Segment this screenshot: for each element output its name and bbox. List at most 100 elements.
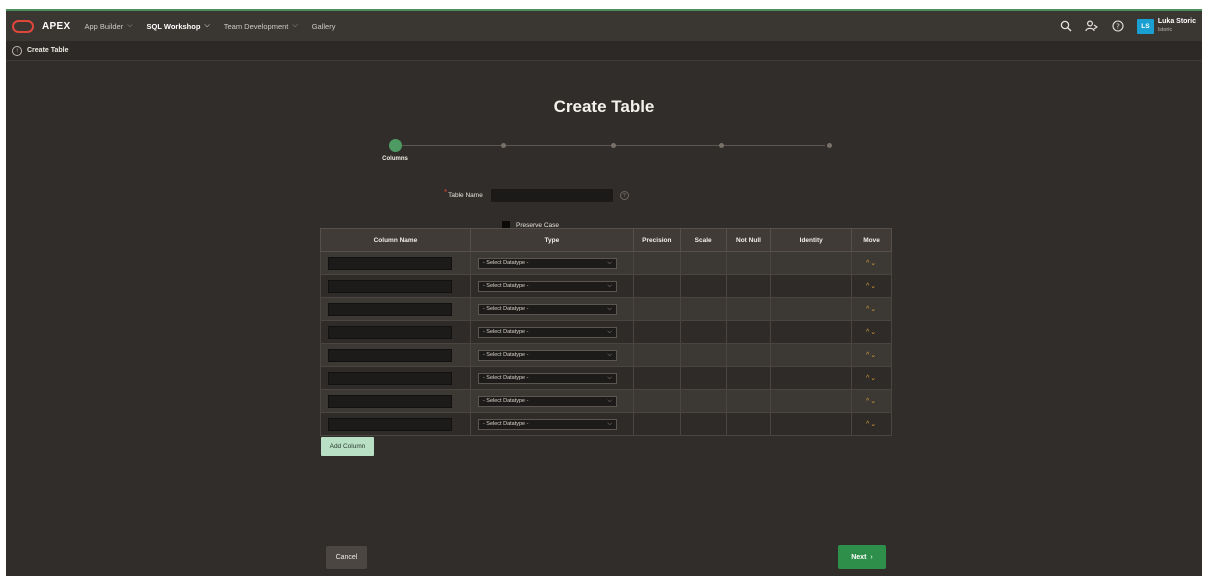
not-null-cell	[725, 320, 772, 344]
chevron-down-icon: ⌵	[607, 351, 612, 358]
datatype-select[interactable]: - Select Datatype - ⌵	[477, 280, 617, 292]
identity-cell	[770, 320, 853, 344]
breadcrumb: ↑ Create Table	[6, 41, 1202, 61]
step-dot	[719, 143, 724, 148]
datatype-select[interactable]: - Select Datatype - ⌵	[477, 395, 617, 407]
precision-cell	[632, 297, 681, 321]
datatype-select[interactable]: - Select Datatype - ⌵	[477, 257, 617, 269]
identity-cell	[770, 297, 853, 321]
svg-text:?: ?	[1116, 22, 1120, 30]
identity-cell	[770, 389, 853, 413]
datatype-select[interactable]: - Select Datatype - ⌵	[477, 372, 617, 384]
nav-gallery[interactable]: Gallery	[312, 22, 336, 31]
precision-cell	[632, 412, 681, 436]
help-icon[interactable]: ?	[619, 191, 629, 200]
help-icon[interactable]: ?	[1109, 17, 1127, 35]
datatype-select[interactable]: - Select Datatype - ⌵	[477, 349, 617, 361]
columns-grid: Column Name Type Precision Scale Not Nul…	[320, 228, 892, 436]
precision-cell	[632, 274, 681, 298]
table-row: - Select Datatype - ⌵ ^⌄	[320, 389, 892, 413]
chevron-down-icon: ⌵	[292, 22, 298, 29]
add-column-button[interactable]: Add Column	[321, 437, 374, 456]
next-button-label: Next	[851, 553, 867, 561]
move-arrows-icon[interactable]: ^⌄	[851, 343, 892, 367]
scale-cell	[679, 251, 727, 275]
step-dot	[611, 143, 616, 148]
datatype-select[interactable]: - Select Datatype - ⌵	[477, 418, 617, 430]
identity-cell	[770, 343, 853, 367]
table-name-label: Table Name	[448, 192, 483, 199]
not-null-cell	[725, 251, 772, 275]
column-name-input[interactable]	[328, 371, 452, 385]
header-column-name: Column Name	[320, 228, 471, 252]
move-arrows-icon[interactable]: ^⌄	[851, 297, 892, 321]
scale-cell	[679, 389, 727, 413]
wizard-step-label: Columns	[382, 156, 408, 162]
required-asterisk: *	[444, 188, 448, 197]
not-null-cell	[725, 297, 772, 321]
column-name-input[interactable]	[328, 279, 452, 293]
precision-cell	[632, 343, 681, 367]
nav-sql-workshop[interactable]: SQL Workshop ⌵	[147, 22, 210, 31]
search-icon[interactable]	[1057, 17, 1075, 35]
user-workspace: lstoric	[1157, 27, 1173, 33]
header-type: Type	[469, 228, 634, 252]
oracle-logo-icon	[12, 19, 34, 33]
apex-logo[interactable]: APEX	[12, 19, 70, 33]
table-name-input[interactable]	[490, 189, 613, 202]
user-name: Luka Storic	[1157, 18, 1196, 25]
grid-header-row: Column Name Type Precision Scale Not Nul…	[320, 228, 892, 252]
not-null-cell	[725, 412, 772, 436]
chevron-down-icon: ⌵	[607, 305, 612, 312]
move-arrows-icon[interactable]: ^⌄	[851, 389, 892, 413]
move-arrows-icon[interactable]: ^⌄	[851, 366, 892, 390]
avatar[interactable]: LS	[1136, 18, 1154, 34]
precision-cell	[632, 366, 681, 390]
nav-team-development[interactable]: Team Development ⌵	[224, 22, 298, 31]
column-name-input[interactable]	[328, 417, 452, 431]
precision-cell	[632, 389, 681, 413]
table-row: - Select Datatype - ⌵ ^⌄	[320, 274, 892, 298]
not-null-cell	[725, 366, 772, 390]
next-button[interactable]: Next ›	[838, 545, 886, 569]
user-menu[interactable]: Luka Storic lstoric	[1158, 18, 1196, 34]
cancel-button[interactable]: Cancel	[326, 546, 367, 569]
move-arrows-icon[interactable]: ^⌄	[851, 412, 892, 436]
arrow-up-icon[interactable]: ↑	[12, 45, 22, 56]
table-row: - Select Datatype - ⌵ ^⌄	[320, 412, 892, 436]
identity-cell	[770, 412, 853, 436]
top-right-tools: ? LS Luka Storic lstoric	[1049, 11, 1196, 41]
precision-cell	[632, 320, 681, 344]
move-arrows-icon[interactable]: ^⌄	[851, 251, 892, 275]
chevron-down-icon: ⌵	[127, 22, 133, 29]
column-name-input[interactable]	[328, 302, 452, 316]
header-move: Move	[851, 228, 892, 252]
chevron-down-icon: ⌵	[607, 397, 612, 404]
datatype-select[interactable]: - Select Datatype - ⌵	[477, 303, 617, 315]
column-name-input[interactable]	[328, 325, 452, 339]
header-not-null: Not Null	[725, 228, 772, 252]
column-name-input[interactable]	[328, 348, 452, 362]
precision-cell	[632, 251, 681, 275]
table-row: - Select Datatype - ⌵ ^⌄	[320, 343, 892, 367]
column-name-input[interactable]	[328, 394, 452, 408]
wizard-progress: Columns	[379, 139, 839, 169]
datatype-select[interactable]: - Select Datatype - ⌵	[477, 326, 617, 338]
active-step-dot	[389, 139, 402, 152]
move-arrows-icon[interactable]: ^⌄	[851, 274, 892, 298]
breadcrumb-label: Create Table	[27, 47, 69, 54]
scale-cell	[679, 297, 727, 321]
scale-cell	[679, 320, 727, 344]
column-name-input[interactable]	[328, 256, 452, 270]
identity-cell	[770, 366, 853, 390]
table-row: - Select Datatype - ⌵ ^⌄	[320, 251, 892, 275]
move-arrows-icon[interactable]: ^⌄	[851, 320, 892, 344]
chevron-down-icon: ⌵	[607, 259, 612, 266]
not-null-cell	[725, 389, 772, 413]
scale-cell	[679, 343, 727, 367]
header-scale: Scale	[679, 228, 727, 252]
chevron-down-icon: ⌵	[607, 282, 612, 289]
apex-window: APEX App Builder ⌵ SQL Workshop ⌵ Team Dev…	[6, 9, 1202, 576]
nav-app-builder[interactable]: App Builder ⌵	[84, 22, 132, 31]
admin-user-icon[interactable]	[1083, 17, 1101, 35]
